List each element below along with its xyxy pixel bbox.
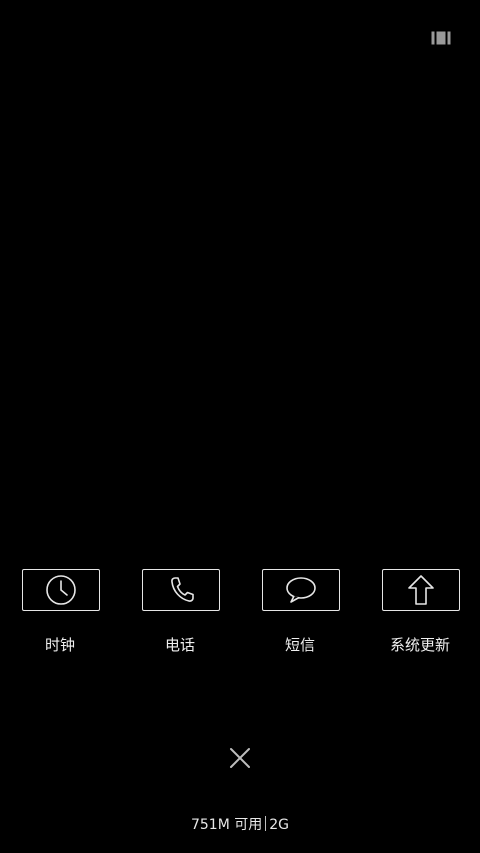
recent-app-system-update[interactable] — [382, 569, 460, 611]
recent-app-label-messages: 短信 — [284, 636, 315, 654]
recent-app-label-clock: 时钟 — [44, 636, 75, 654]
recent-app-clock[interactable] — [22, 569, 100, 611]
layout-toggle-icon[interactable] — [430, 30, 452, 46]
recent-app-messages[interactable] — [262, 569, 340, 611]
memory-status: 751M 可用 2G — [0, 815, 480, 835]
memory-total: 2G — [269, 817, 290, 833]
recent-app-label-system-update: 系统更新 — [389, 636, 450, 654]
recent-apps-screen: 时钟 电话 短信 系统更新 751M 可用 2G — [0, 0, 480, 853]
memory-divider — [265, 816, 267, 831]
phone-icon — [171, 577, 194, 602]
message-bubble-icon — [286, 577, 316, 603]
arrow-up-icon — [408, 575, 434, 605]
close-icon — [230, 748, 250, 768]
clear-all-button[interactable] — [228, 746, 252, 770]
recent-app-phone[interactable] — [142, 569, 220, 611]
memory-free: 751M 可用 — [190, 817, 263, 833]
recent-app-label-phone: 电话 — [164, 636, 195, 654]
clock-icon — [46, 575, 76, 605]
